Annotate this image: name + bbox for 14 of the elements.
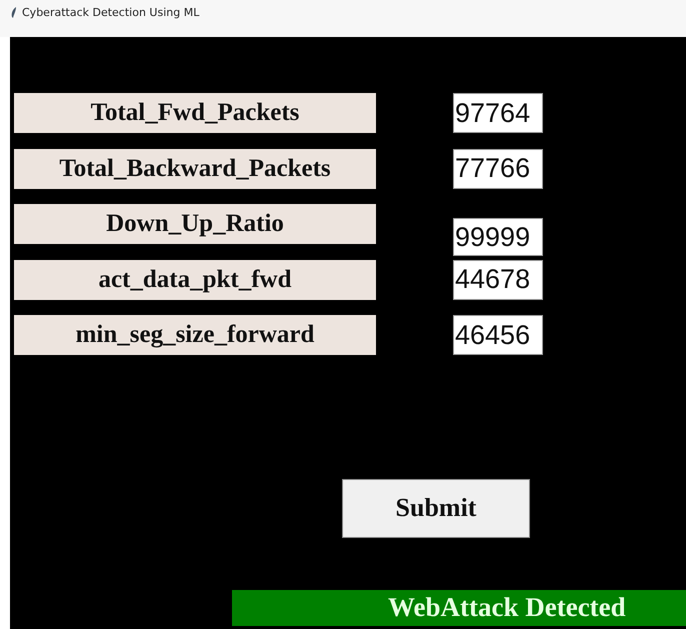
field-label: Total_Backward_Packets <box>14 148 376 188</box>
input-field[interactable]: 99999 <box>453 218 543 256</box>
feather-icon <box>11 7 17 18</box>
input-field[interactable]: 97764 <box>453 93 543 133</box>
field-label: Total_Fwd_Packets <box>14 93 376 133</box>
input-field[interactable]: 77766 <box>453 148 543 188</box>
input-field[interactable]: 44678 <box>453 260 543 300</box>
field-label: min_seg_size_forward <box>14 315 376 355</box>
field-label: act_data_pkt_fwd <box>14 260 376 300</box>
field-label: Down_Up_Ratio <box>14 204 376 244</box>
input-field[interactable]: 46456 <box>453 315 543 355</box>
window-title: Cyberattack Detection Using ML <box>22 6 200 19</box>
result-banner: WebAttack Detected <box>232 590 686 626</box>
submit-button[interactable]: Submit <box>342 478 530 538</box>
